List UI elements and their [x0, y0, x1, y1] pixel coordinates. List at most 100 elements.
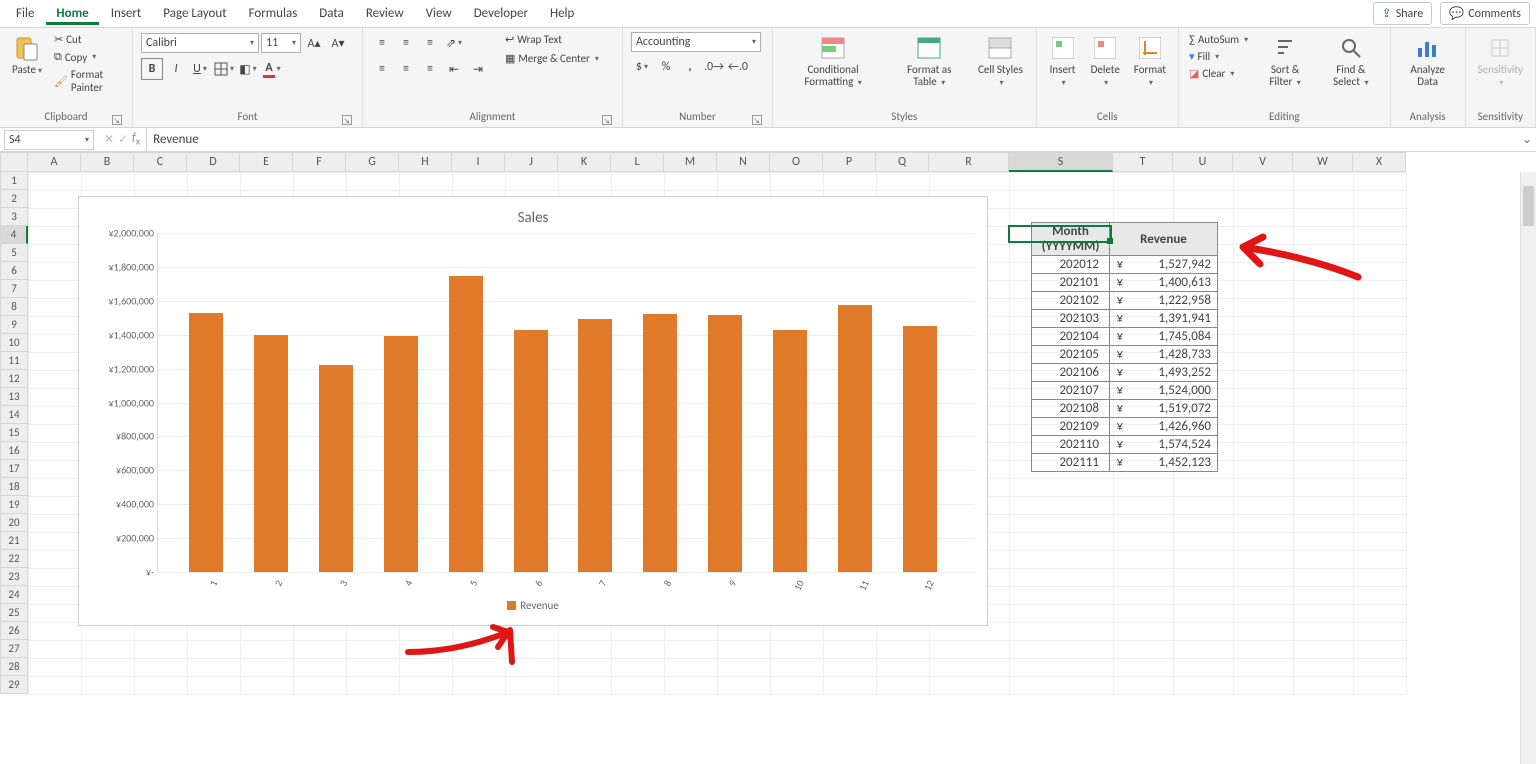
- col-header-T[interactable]: T: [1113, 152, 1173, 172]
- underline-button[interactable]: U▾: [189, 58, 211, 80]
- col-header-F[interactable]: F: [293, 152, 346, 172]
- col-header-J[interactable]: J: [505, 152, 558, 172]
- format-painter-button[interactable]: 🖌Format Painter: [52, 67, 124, 95]
- table-row[interactable]: 202104¥1,745,084: [1032, 328, 1218, 346]
- accounting-format-button[interactable]: $▾: [631, 56, 653, 78]
- col-header-B[interactable]: B: [81, 152, 134, 172]
- format-cells-button[interactable]: Format▾: [1130, 32, 1170, 90]
- font-size-combo[interactable]: 11▾: [261, 33, 301, 53]
- row-header-27[interactable]: 27: [0, 640, 28, 658]
- fill-color-button[interactable]: ◧▾: [237, 58, 259, 80]
- tab-developer[interactable]: Developer: [464, 2, 538, 25]
- col-header-Q[interactable]: Q: [876, 152, 929, 172]
- row-header-21[interactable]: 21: [0, 532, 28, 550]
- row-header-17[interactable]: 17: [0, 460, 28, 478]
- fx-button[interactable]: fx: [132, 131, 140, 147]
- number-format-combo[interactable]: Accounting▾: [631, 32, 761, 52]
- table-row[interactable]: 202101¥1,400,613: [1032, 274, 1218, 292]
- align-top-button[interactable]: ≡: [371, 32, 393, 54]
- number-launcher[interactable]: ↘: [752, 115, 762, 125]
- table-row[interactable]: 202110¥1,574,524: [1032, 436, 1218, 454]
- row-header-23[interactable]: 23: [0, 568, 28, 586]
- sort-filter-button[interactable]: Sort & Filter ▾: [1256, 32, 1314, 90]
- share-button[interactable]: ⇪Share: [1373, 2, 1433, 25]
- col-header-O[interactable]: O: [770, 152, 823, 172]
- alignment-launcher[interactable]: ↘: [602, 115, 612, 125]
- table-row[interactable]: 202102¥1,222,958: [1032, 292, 1218, 310]
- row-header-28[interactable]: 28: [0, 658, 28, 676]
- row-header-11[interactable]: 11: [0, 352, 28, 370]
- sensitivity-button[interactable]: Sensitivity▾: [1474, 32, 1527, 90]
- cut-button[interactable]: ✂Cut: [52, 32, 124, 47]
- tab-insert[interactable]: Insert: [101, 2, 152, 25]
- increase-indent-button[interactable]: ⇥: [467, 58, 489, 80]
- row-header-29[interactable]: 29: [0, 676, 28, 694]
- align-middle-button[interactable]: ≡: [395, 32, 417, 54]
- tab-page-layout[interactable]: Page Layout: [153, 2, 236, 25]
- row-header-19[interactable]: 19: [0, 496, 28, 514]
- col-header-G[interactable]: G: [346, 152, 399, 172]
- row-header-6[interactable]: 6: [0, 262, 28, 280]
- tab-view[interactable]: View: [416, 2, 462, 25]
- row-header-26[interactable]: 26: [0, 622, 28, 640]
- orientation-button[interactable]: ⇗▾: [443, 32, 465, 54]
- col-header-A[interactable]: A: [28, 152, 81, 172]
- percent-button[interactable]: %: [655, 56, 677, 78]
- chart-bar[interactable]: [319, 365, 353, 572]
- enter-fx-button[interactable]: ✓: [118, 132, 128, 147]
- col-header-V[interactable]: V: [1233, 152, 1293, 172]
- italic-button[interactable]: I: [165, 58, 187, 80]
- row-header-13[interactable]: 13: [0, 388, 28, 406]
- col-header-S[interactable]: S: [1009, 152, 1113, 172]
- align-right-button[interactable]: ≡: [419, 58, 441, 80]
- col-header-E[interactable]: E: [240, 152, 293, 172]
- analyze-data-button[interactable]: Analyze Data: [1399, 32, 1457, 90]
- wrap-text-button[interactable]: ↩Wrap Text: [503, 32, 601, 47]
- row-header-4[interactable]: 4: [0, 226, 28, 244]
- cell-styles-button[interactable]: Cell Styles ▾: [973, 32, 1027, 90]
- formula-input[interactable]: Revenue: [146, 128, 1518, 151]
- tab-review[interactable]: Review: [356, 2, 414, 25]
- increase-font-button[interactable]: A▴: [303, 32, 325, 54]
- row-header-1[interactable]: 1: [0, 172, 28, 190]
- chart-bar[interactable]: [708, 315, 742, 572]
- table-row[interactable]: 202012¥1,527,942: [1032, 256, 1218, 274]
- worksheet[interactable]: 1234567891011121314151617181920212223242…: [0, 172, 1536, 764]
- row-header-25[interactable]: 25: [0, 604, 28, 622]
- name-box[interactable]: S4▾: [4, 130, 94, 150]
- fill-button[interactable]: ▾Fill▾: [1187, 49, 1250, 64]
- font-color-button[interactable]: A▾: [261, 58, 283, 80]
- col-header-H[interactable]: H: [399, 152, 452, 172]
- paste-button[interactable]: Paste▾: [8, 32, 46, 78]
- col-header-P[interactable]: P: [823, 152, 876, 172]
- row-header-20[interactable]: 20: [0, 514, 28, 532]
- col-header-D[interactable]: D: [187, 152, 240, 172]
- table-row[interactable]: 202111¥1,452,123: [1032, 454, 1218, 472]
- font-name-combo[interactable]: Calibri▾: [141, 33, 259, 53]
- find-select-button[interactable]: Find & Select ▾: [1320, 32, 1382, 90]
- chart-bar[interactable]: [578, 319, 612, 572]
- chart-bar[interactable]: [449, 276, 483, 572]
- tab-data[interactable]: Data: [309, 2, 354, 25]
- row-header-7[interactable]: 7: [0, 280, 28, 298]
- row-header-10[interactable]: 10: [0, 334, 28, 352]
- decrease-font-button[interactable]: A▾: [327, 32, 349, 54]
- copy-button[interactable]: ⧉Copy▾: [52, 49, 124, 65]
- select-all-corner[interactable]: [0, 152, 28, 172]
- row-header-5[interactable]: 5: [0, 244, 28, 262]
- row-header-16[interactable]: 16: [0, 442, 28, 460]
- clipboard-launcher[interactable]: ↘: [112, 115, 122, 125]
- chart-bar[interactable]: [773, 330, 807, 572]
- cancel-fx-button[interactable]: ✕: [104, 132, 114, 147]
- merge-center-button[interactable]: ▦Merge & Center▾: [503, 51, 601, 66]
- row-header-12[interactable]: 12: [0, 370, 28, 388]
- col-header-U[interactable]: U: [1173, 152, 1233, 172]
- row-header-15[interactable]: 15: [0, 424, 28, 442]
- comments-button[interactable]: 💬Comments: [1440, 2, 1530, 25]
- col-header-K[interactable]: K: [558, 152, 611, 172]
- tab-file[interactable]: File: [6, 2, 44, 25]
- sales-chart[interactable]: Sales ¥-¥200,000¥400,000¥600,000¥800,000…: [78, 196, 988, 626]
- col-header-X[interactable]: X: [1353, 152, 1406, 172]
- delete-cells-button[interactable]: Delete▾: [1087, 32, 1124, 90]
- row-header-9[interactable]: 9: [0, 316, 28, 334]
